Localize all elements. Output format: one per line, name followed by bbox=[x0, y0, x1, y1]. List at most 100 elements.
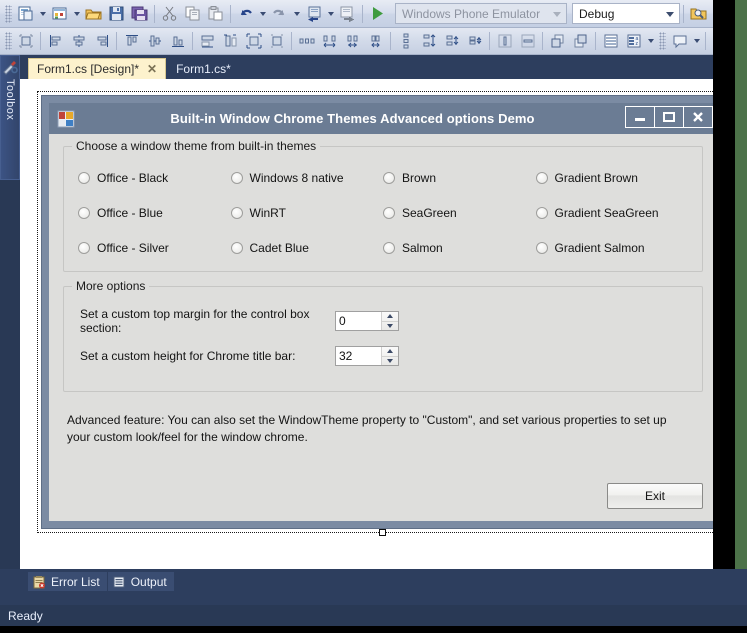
form-designer-surface[interactable]: Built-in Window Chrome Themes Advanced o… bbox=[20, 79, 747, 569]
center-horizontally-button[interactable] bbox=[493, 30, 516, 52]
vertical-spacing-decrease-button[interactable] bbox=[440, 30, 463, 52]
radio-indicator[interactable] bbox=[78, 172, 90, 184]
align-centers-button[interactable] bbox=[67, 30, 90, 52]
new-project-button[interactable] bbox=[14, 3, 37, 25]
copy-button[interactable] bbox=[181, 3, 204, 25]
align-tops-button[interactable] bbox=[120, 30, 143, 52]
align-middles-button[interactable] bbox=[143, 30, 166, 52]
radio-office-blue[interactable]: Office - Blue bbox=[78, 206, 231, 220]
make-same-width-button[interactable] bbox=[196, 30, 219, 52]
tab-form1-code[interactable]: Form1.cs* bbox=[167, 58, 240, 79]
design-form-window[interactable]: Built-in Window Chrome Themes Advanced o… bbox=[41, 95, 725, 529]
properties-window-button[interactable]: az bbox=[622, 30, 645, 52]
target-device-combo[interactable]: Windows Phone Emulator bbox=[395, 3, 567, 24]
sidebar-item-toolbox[interactable]: Toolbox bbox=[0, 55, 20, 180]
center-vertically-button[interactable] bbox=[516, 30, 539, 52]
align-to-grid-button[interactable] bbox=[14, 30, 37, 52]
toolbar-grip[interactable] bbox=[659, 32, 666, 50]
align-lefts-button[interactable] bbox=[44, 30, 67, 52]
radio-indicator[interactable] bbox=[230, 242, 243, 254]
make-same-height-button[interactable] bbox=[219, 30, 242, 52]
horizontal-spacing-decrease-button[interactable] bbox=[341, 30, 364, 52]
tab-order-button[interactable] bbox=[599, 30, 622, 52]
vertical-spacing-make-equal-button[interactable] bbox=[394, 30, 417, 52]
send-to-back-button[interactable] bbox=[569, 30, 592, 52]
find-in-files-button[interactable] bbox=[687, 3, 710, 25]
align-rights-button[interactable] bbox=[90, 30, 113, 52]
configuration-combo[interactable]: Debug bbox=[572, 3, 680, 24]
tab-error-list[interactable]: Error List bbox=[28, 572, 107, 591]
radio-indicator[interactable] bbox=[535, 172, 548, 184]
horizontal-spacing-remove-button[interactable] bbox=[364, 30, 387, 52]
radio-gradient-brown[interactable]: Gradient Brown bbox=[535, 171, 689, 185]
radio-indicator[interactable] bbox=[383, 172, 395, 184]
top-margin-value[interactable]: 0 bbox=[336, 312, 381, 330]
radio-indicator[interactable] bbox=[230, 172, 243, 184]
comment-dropdown-arrow[interactable] bbox=[691, 30, 702, 52]
radio-indicator[interactable] bbox=[78, 242, 90, 254]
add-new-item-button[interactable] bbox=[48, 3, 71, 25]
radio-office-silver[interactable]: Office - Silver bbox=[78, 241, 231, 255]
bring-to-front-button[interactable] bbox=[546, 30, 569, 52]
maximize-button[interactable] bbox=[654, 106, 684, 128]
comment-button[interactable] bbox=[668, 30, 691, 52]
new-project-dropdown-arrow[interactable] bbox=[37, 3, 48, 25]
open-file-button[interactable] bbox=[82, 3, 105, 25]
minimize-button[interactable] bbox=[625, 106, 655, 128]
add-new-item-dropdown-arrow[interactable] bbox=[71, 3, 82, 25]
radio-cadet-blue[interactable]: Cadet Blue bbox=[230, 241, 384, 255]
toolbar-grip[interactable] bbox=[5, 4, 12, 23]
title-bar-height-stepper[interactable]: 32 bbox=[335, 346, 399, 366]
radio-indicator[interactable] bbox=[78, 207, 90, 219]
radio-indicator[interactable] bbox=[383, 207, 395, 219]
make-same-size-button[interactable] bbox=[242, 30, 265, 52]
radio-winrt[interactable]: WinRT bbox=[230, 206, 384, 220]
title-bar-height-value[interactable]: 32 bbox=[336, 347, 381, 365]
navigate-forward-button[interactable] bbox=[336, 3, 359, 25]
close-icon[interactable]: ✕ bbox=[147, 63, 157, 75]
undo-dropdown-arrow[interactable] bbox=[257, 3, 268, 25]
close-button[interactable] bbox=[683, 106, 713, 128]
spin-up-button[interactable] bbox=[382, 312, 398, 322]
vertical-spacing-increase-button[interactable] bbox=[417, 30, 440, 52]
redo-dropdown-arrow[interactable] bbox=[291, 3, 302, 25]
save-all-button[interactable] bbox=[128, 3, 151, 25]
save-button[interactable] bbox=[105, 3, 128, 25]
resize-handle-bottom-center[interactable] bbox=[379, 529, 386, 536]
tab-output[interactable]: Output bbox=[107, 572, 174, 591]
radio-windows-8-native[interactable]: Windows 8 native bbox=[230, 171, 384, 185]
layout-toolbar-overflow-arrow[interactable] bbox=[645, 30, 656, 52]
spin-up-button[interactable] bbox=[382, 347, 398, 357]
spin-down-button[interactable] bbox=[382, 357, 398, 366]
navigate-backward-dropdown-arrow[interactable] bbox=[325, 3, 336, 25]
horizontal-spacing-increase-button[interactable] bbox=[318, 30, 341, 52]
align-bottoms-button[interactable] bbox=[166, 30, 189, 52]
radio-seagreen[interactable]: SeaGreen bbox=[383, 206, 536, 220]
size-to-grid-button[interactable] bbox=[265, 30, 288, 52]
toolbar-grip[interactable] bbox=[5, 32, 12, 50]
radio-indicator[interactable] bbox=[383, 242, 395, 254]
tab-form1-design[interactable]: Form1.cs [Design]* ✕ bbox=[28, 58, 167, 79]
cut-button[interactable] bbox=[158, 3, 181, 25]
radio-brown[interactable]: Brown bbox=[383, 171, 536, 185]
form-title-bar[interactable]: Built-in Window Chrome Themes Advanced o… bbox=[49, 103, 717, 134]
redo-button[interactable] bbox=[268, 3, 291, 25]
undo-button[interactable] bbox=[234, 3, 257, 25]
top-margin-stepper[interactable]: 0 bbox=[335, 311, 399, 331]
radio-indicator[interactable] bbox=[230, 207, 243, 219]
chevron-down-icon[interactable] bbox=[550, 7, 564, 21]
spin-down-button[interactable] bbox=[382, 322, 398, 331]
radio-gradient-seagreen[interactable]: Gradient SeaGreen bbox=[535, 206, 689, 220]
radio-office-black[interactable]: Office - Black bbox=[78, 171, 231, 185]
vertical-spacing-remove-button[interactable] bbox=[463, 30, 486, 52]
horizontal-spacing-make-equal-button[interactable] bbox=[295, 30, 318, 52]
radio-indicator[interactable] bbox=[535, 242, 548, 254]
start-debug-button[interactable] bbox=[366, 3, 389, 25]
radio-salmon[interactable]: Salmon bbox=[383, 241, 536, 255]
chevron-down-icon[interactable] bbox=[663, 7, 677, 21]
exit-button[interactable]: Exit bbox=[607, 483, 703, 509]
paste-button[interactable] bbox=[204, 3, 227, 25]
radio-gradient-salmon[interactable]: Gradient Salmon bbox=[535, 241, 689, 255]
radio-indicator[interactable] bbox=[535, 207, 548, 219]
navigate-backward-button[interactable] bbox=[302, 3, 325, 25]
